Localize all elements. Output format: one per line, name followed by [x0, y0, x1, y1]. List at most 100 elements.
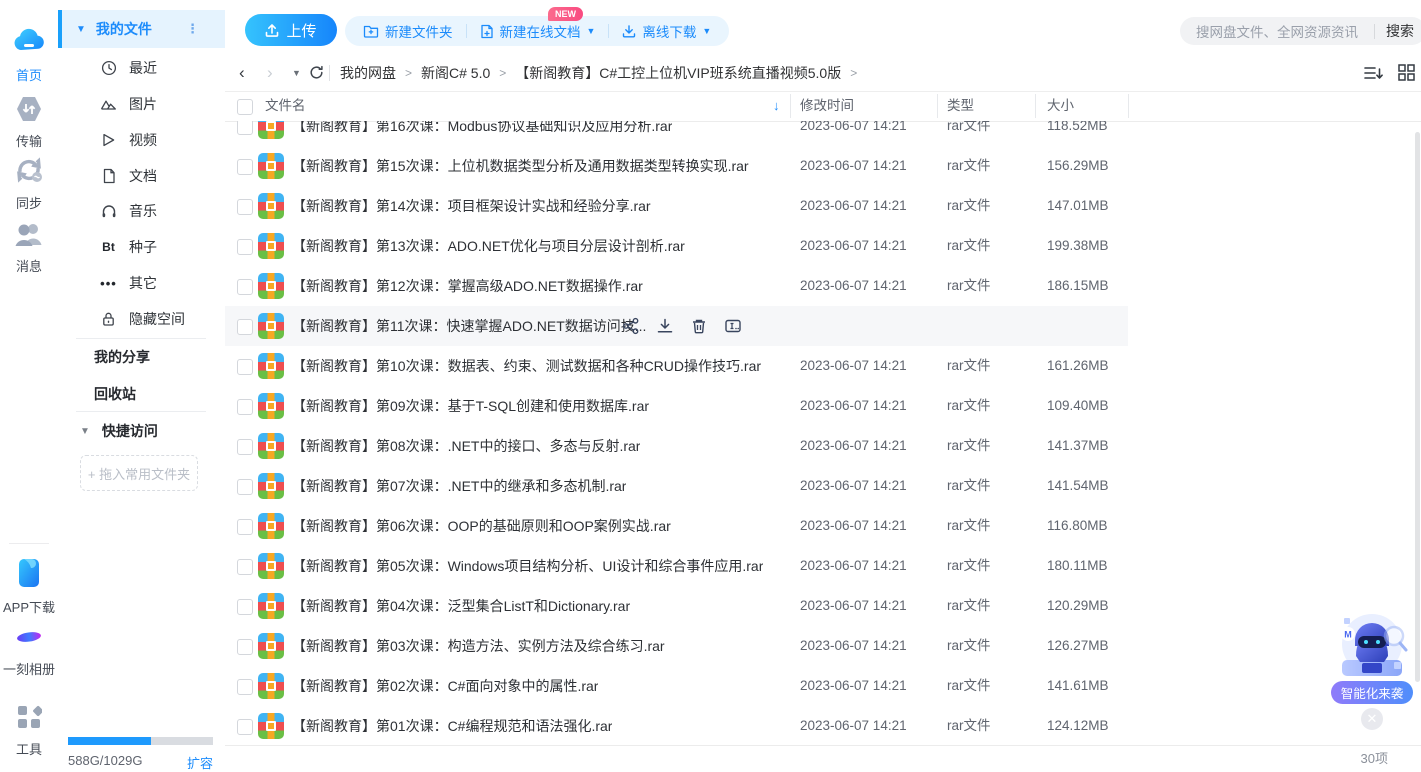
search-button[interactable]: 搜索: [1375, 21, 1421, 41]
table-row[interactable]: 【新阁教育】第10次课：数据表、约束、测试数据和各种CRUD操作技巧.rar20…: [225, 346, 1421, 386]
row-checkbox[interactable]: [237, 519, 253, 535]
table-row[interactable]: 【新阁教育】第16次课：Modbus协议基础知识及应用分析.rar2023-06…: [225, 121, 1421, 146]
ai-promo-pill[interactable]: 智能化来袭: [1331, 681, 1413, 704]
vertical-scrollbar[interactable]: [1415, 132, 1420, 682]
rail-item-album[interactable]: 一刻相册: [0, 624, 58, 678]
column-header-modified[interactable]: 修改时间: [800, 91, 854, 121]
sidebar-item-recycle-bin[interactable]: 回收站: [94, 384, 136, 404]
expand-storage-link[interactable]: 扩容: [187, 753, 213, 772]
breadcrumb-item[interactable]: 新阁C# 5.0: [421, 63, 490, 83]
table-row[interactable]: 【新阁教育】第03次课：构造方法、实例方法及综合练习.rar2023-06-07…: [225, 626, 1421, 666]
refresh-icon[interactable]: [309, 55, 324, 90]
column-header-size[interactable]: 大小: [1047, 91, 1074, 121]
table-row[interactable]: 【新阁教育】第09次课：基于T-SQL创建和使用数据库.rar2023-06-0…: [225, 386, 1421, 426]
ai-robot-icon[interactable]: M: [1328, 610, 1416, 684]
file-name[interactable]: 【新阁教育】第04次课：泛型集合ListT和Dictionary.rar: [292, 586, 630, 626]
drop-folder-zone[interactable]: + 拖入常用文件夹: [80, 455, 198, 491]
file-name[interactable]: 【新阁教育】第09次课：基于T-SQL创建和使用数据库.rar: [292, 386, 649, 426]
file-name[interactable]: 【新阁教育】第08次课：.NET中的接口、多态与反射.rar: [292, 426, 640, 466]
close-icon[interactable]: ✕: [1361, 708, 1383, 730]
row-checkbox[interactable]: [237, 479, 253, 495]
file-name[interactable]: 【新阁教育】第06次课：OOP的基础原则和OOP案例实战.rar: [292, 506, 671, 546]
sidebar-item-hidden-space[interactable]: 隐藏空间: [58, 301, 225, 337]
file-name[interactable]: 【新阁教育】第10次课：数据表、约束、测试数据和各种CRUD操作技巧.rar: [292, 346, 761, 386]
file-name[interactable]: 【新阁教育】第07次课：.NET中的继承和多态机制.rar: [292, 466, 626, 506]
table-row[interactable]: 【新阁教育】第04次课：泛型集合ListT和Dictionary.rar2023…: [225, 586, 1421, 626]
row-checkbox[interactable]: [237, 399, 253, 415]
sort-list-icon[interactable]: [1364, 65, 1384, 81]
row-checkbox[interactable]: [237, 279, 253, 295]
column-header-name[interactable]: 文件名: [265, 91, 306, 121]
file-name[interactable]: 【新阁教育】第02次课：C#面向对象中的属性.rar: [292, 666, 598, 706]
new-online-doc-button[interactable]: 新建在线文档 ▼: [480, 21, 596, 41]
row-checkbox[interactable]: [237, 639, 253, 655]
row-checkbox[interactable]: [237, 359, 253, 375]
table-row[interactable]: 【新阁教育】第08次课：.NET中的接口、多态与反射.rar2023-06-07…: [225, 426, 1421, 466]
table-row[interactable]: 【新阁教育】第05次课：Windows项目结构分析、UI设计和综合事件应用.ra…: [225, 546, 1421, 586]
table-row[interactable]: 【新阁教育】第06次课：OOP的基础原则和OOP案例实战.rar2023-06-…: [225, 506, 1421, 546]
table-row[interactable]: 【新阁教育】第14次课：项目框架设计实战和经验分享.rar2023-06-07 …: [225, 186, 1421, 226]
rail-item-tools[interactable]: 工具: [0, 704, 58, 758]
file-name[interactable]: 【新阁教育】第12次课：掌握高级ADO.NET数据操作.rar: [292, 266, 643, 306]
row-checkbox[interactable]: [237, 679, 253, 695]
search-input[interactable]: 搜网盘文件、全网资源资讯 搜索: [1180, 17, 1421, 45]
back-icon[interactable]: ‹: [239, 55, 245, 90]
row-checkbox[interactable]: [237, 439, 253, 455]
file-name[interactable]: 【新阁教育】第01次课：C#编程规范和语法强化.rar: [292, 706, 612, 745]
row-checkbox[interactable]: [237, 159, 253, 175]
file-name[interactable]: 【新阁教育】第14次课：项目框架设计实战和经验分享.rar: [292, 186, 651, 226]
file-name[interactable]: 【新阁教育】第15次课：上位机数据类型分析及通用数据类型转换实现.rar: [292, 146, 749, 186]
history-dropdown-icon[interactable]: ▼: [292, 55, 301, 90]
sidebar-item-torrents[interactable]: Bt 种子: [58, 229, 225, 265]
offline-download-button[interactable]: 离线下载 ▼: [622, 21, 711, 41]
file-name[interactable]: 【新阁教育】第13次课：ADO.NET优化与项目分层设计剖析.rar: [292, 226, 685, 266]
column-header-type[interactable]: 类型: [947, 91, 974, 121]
row-checkbox[interactable]: [237, 319, 253, 335]
rail-item-sync[interactable]: 同步: [0, 156, 58, 212]
file-name[interactable]: 【新阁教育】第11次课：快速掌握ADO.NET数据访问技...: [292, 306, 646, 346]
quick-access-header[interactable]: ▼ 快捷访问: [58, 420, 225, 442]
file-name[interactable]: 【新阁教育】第16次课：Modbus协议基础知识及应用分析.rar: [292, 121, 672, 146]
forward-icon[interactable]: ›: [267, 55, 273, 90]
table-row[interactable]: 【新阁教育】第01次课：C#编程规范和语法强化.rar2023-06-07 14…: [225, 706, 1421, 745]
row-checkbox[interactable]: [237, 239, 253, 255]
row-checkbox[interactable]: [237, 559, 253, 575]
row-checkbox[interactable]: [237, 719, 253, 735]
select-all-checkbox[interactable]: [237, 99, 253, 115]
sidebar-item-videos[interactable]: 视频: [58, 122, 225, 158]
breadcrumb-item[interactable]: 我的网盘: [340, 63, 396, 83]
sidebar-item-others[interactable]: ••• 其它: [58, 265, 225, 301]
rail-item-transfer[interactable]: 传输: [0, 96, 58, 150]
upload-button[interactable]: 上传: [245, 14, 337, 46]
new-folder-button[interactable]: 新建文件夹: [363, 21, 453, 41]
breadcrumb-item[interactable]: 【新阁教育】C#工控上位机VIP班系统直播视频5.0版: [515, 63, 841, 83]
sidebar-item-pictures[interactable]: 图片: [58, 86, 225, 122]
sidebar-item-recent[interactable]: 最近: [58, 50, 225, 86]
table-row[interactable]: 【新阁教育】第07次课：.NET中的继承和多态机制.rar2023-06-07 …: [225, 466, 1421, 506]
table-row[interactable]: 【新阁教育】第11次课：快速掌握ADO.NET数据访问技...: [225, 306, 1421, 346]
sort-desc-arrow-icon[interactable]: ↓: [773, 91, 780, 121]
share-icon[interactable]: [622, 317, 640, 335]
kebab-menu-icon[interactable]: ⋮: [186, 21, 199, 37]
rail-item-messages[interactable]: 消息: [0, 221, 58, 275]
sidebar-item-documents[interactable]: 文档: [58, 158, 225, 194]
sidebar-item-my-files[interactable]: ▼ 我的文件 ⋮: [58, 10, 225, 48]
sidebar-item-my-shares[interactable]: 我的分享: [94, 347, 150, 367]
row-checkbox[interactable]: [237, 121, 253, 135]
file-name[interactable]: 【新阁教育】第05次课：Windows项目结构分析、UI设计和综合事件应用.ra…: [292, 546, 763, 586]
sidebar-item-label: 文档: [129, 166, 157, 186]
row-checkbox[interactable]: [237, 199, 253, 215]
download-icon[interactable]: [656, 317, 674, 335]
sidebar-item-music[interactable]: 音乐: [58, 193, 225, 229]
row-checkbox[interactable]: [237, 599, 253, 615]
rename-icon[interactable]: [724, 317, 742, 335]
table-row[interactable]: 【新阁教育】第13次课：ADO.NET优化与项目分层设计剖析.rar2023-0…: [225, 226, 1421, 266]
table-row[interactable]: 【新阁教育】第12次课：掌握高级ADO.NET数据操作.rar2023-06-0…: [225, 266, 1421, 306]
table-row[interactable]: 【新阁教育】第02次课：C#面向对象中的属性.rar2023-06-07 14:…: [225, 666, 1421, 706]
rail-item-home[interactable]: 首页: [0, 26, 58, 84]
grid-view-icon[interactable]: [1398, 64, 1415, 81]
rail-item-app-download[interactable]: APP下载: [0, 558, 58, 616]
table-row[interactable]: 【新阁教育】第15次课：上位机数据类型分析及通用数据类型转换实现.rar2023…: [225, 146, 1421, 186]
delete-icon[interactable]: [690, 317, 708, 335]
file-name[interactable]: 【新阁教育】第03次课：构造方法、实例方法及综合练习.rar: [292, 626, 665, 666]
